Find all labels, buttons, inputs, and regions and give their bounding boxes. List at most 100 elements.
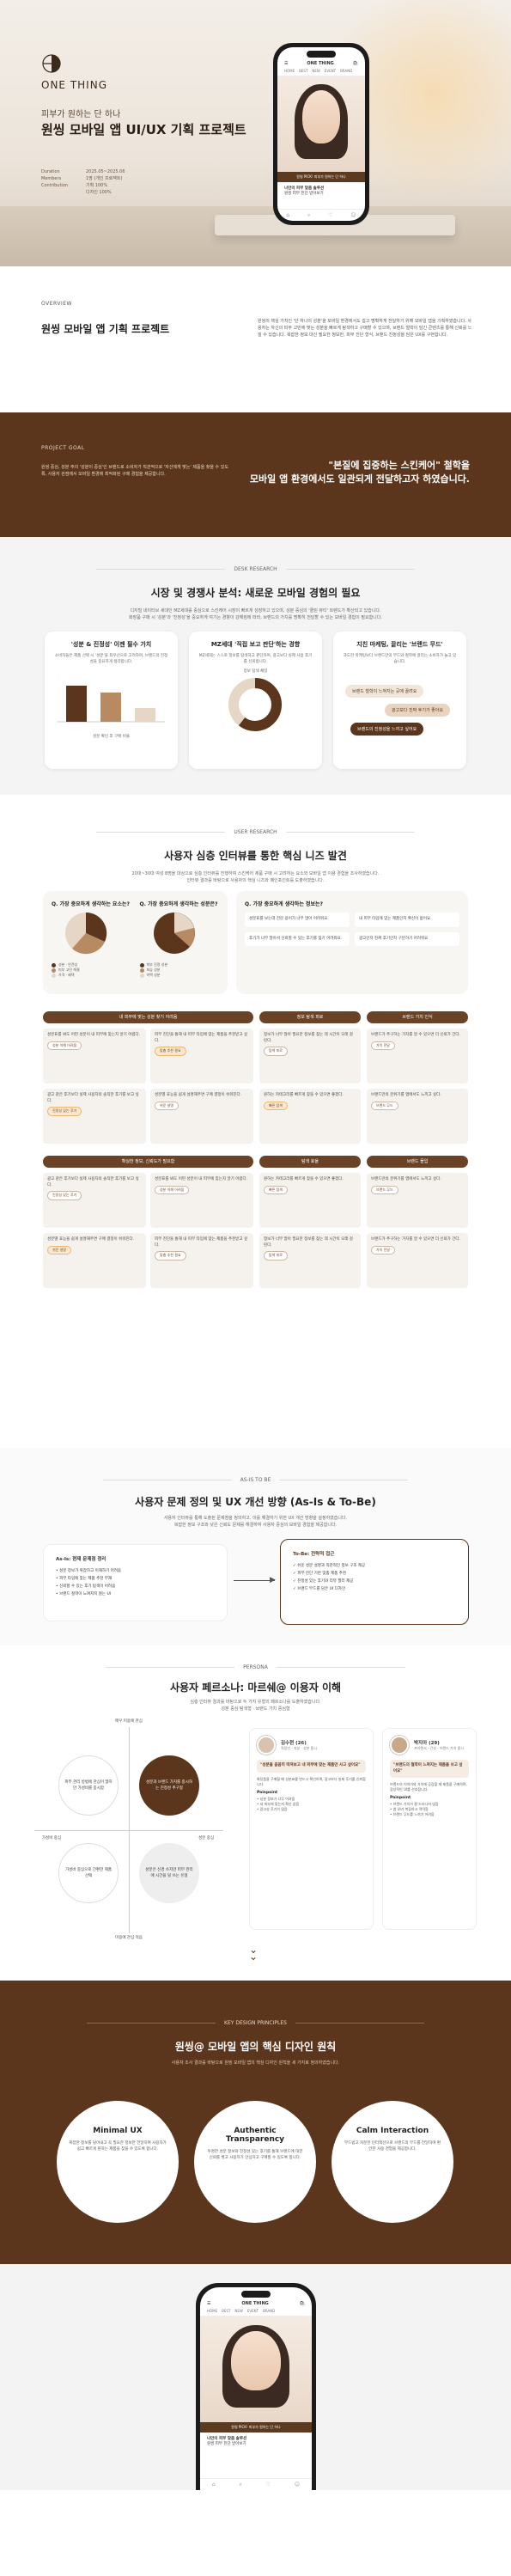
home-icon: ⌂ (211, 2481, 216, 2487)
brand-logo-icon (42, 54, 61, 73)
asis-tobe-section: AS-IS TO BE 사용자 문제 정의 및 UX 개선 방향 (As-Is … (0, 1448, 511, 1645)
persona-label: PERSONA (0, 1664, 511, 1670)
need-cell: 광고 같은 후기보다 실제 사용자의 솔직한 후기를 보고 싶다. 진정성 있는 … (43, 1089, 146, 1144)
arrow-line (234, 1580, 275, 1581)
arrow-right-icon: ▶ (270, 1576, 276, 1584)
need-cell: 광고 같은 후기보다 실제 사용자의 솔직한 후기를 보고 싶다. 진정성 있는 … (43, 1173, 146, 1228)
final-mockup-section: ☰ ONE THING 🛍 HOME BEST NEW EVENT BRAND 원씽 PIC… (0, 2264, 511, 2490)
phone-logo: ONE THING (307, 61, 334, 66)
principle-calm: Calm Interaction 부드럽고 차분한 인터랙션으로 브랜드의 무드를… (332, 2101, 453, 2223)
phone-logo: ONE THING (241, 2301, 269, 2306)
user-title: 사용자 심층 인터뷰를 통한 핵심 니즈 발견 (164, 850, 347, 862)
hero-phone-mockup: ☰ ONE THING 🛍 HOME BEST NEW EVENT BRAND 원씽 PIC… (273, 43, 369, 225)
avatar (257, 1736, 276, 1755)
overview-title: 원씽 모바일 앱 기획 프로젝트 (41, 323, 170, 335)
kdp-label: KEY DESIGN PRINCIPLES (0, 2020, 511, 2026)
quad-1: 피부 관리 방법에 관심이 많지만 가성비를 중시함 (58, 1755, 119, 1816)
phone-hero-image (200, 2317, 312, 2422)
user-icon: ☺ (350, 212, 356, 218)
cart-icon: 🛍 (352, 61, 358, 66)
need-cell: 정보가 너무 많아 필요한 정보를 찾는 데 시간이 오래 걸린다. 탐색 피로 (259, 1233, 361, 1288)
donut-chart (228, 678, 282, 731)
menu-icon: ☰ (207, 2301, 211, 2306)
heart-icon: ♡ (265, 2481, 271, 2487)
need-cell: 브랜드만의 분위기를 앱에서도 느끼고 싶다. 브랜드 무드 (367, 1089, 468, 1144)
phone-bottom-nav: ⌂ ⌕ ♡ ☺ (200, 2478, 312, 2490)
need-header-6: 브랜드 몰입 (367, 1156, 468, 1168)
mood-bubble-2: 광고보다 진짜 후기가 좋아요 (385, 704, 450, 717)
hero-title: 원씽 모바일 앱 UI/UX 기획 프로젝트 (41, 122, 246, 137)
persona-title: 사용자 페르소나: 마르쉐@ 이용자 이해 (169, 1682, 342, 1694)
need-cell: 성분표를 봐도 어떤 성분이 내 피부에 맞는지 알기 어렵다. 성분 이해 어려… (150, 1173, 253, 1228)
desk-title: 시장 및 경쟁사 분석: 새로운 모바일 경험의 필요 (150, 587, 361, 599)
home-icon: ⌂ (286, 212, 290, 218)
kdp-title: 원씽@ 모바일 앱의 핵심 디자인 원칙 (174, 2041, 337, 2053)
quad-4: 성분은 신경 쓰지만 피부 관리에 시간을 덜 쓰는 유형 (139, 1843, 199, 1903)
overview-label: OVERVIEW (41, 301, 72, 307)
need-cell: 브랜드만의 분위기를 앱에서도 느끼고 싶다. 브랜드 무드 (367, 1173, 468, 1228)
persona-section: PERSONA 사용자 페르소나: 마르쉐@ 이용자 이해 심층 인터뷰 결과를… (0, 1645, 511, 1981)
goal-section: PROJECT GOAL 원씽 중심, 성분 주의 '성분이 중심'인 브랜드로… (0, 412, 511, 537)
overview-text: 원씽의 핵심 가치인 '단 하나의 성분'을 모바일 환경에서도 쉽고 명확하게… (258, 319, 472, 338)
need-header-1: 내 피부에 맞는 성분 찾기 어려움 (43, 1011, 253, 1023)
avatar (390, 1736, 409, 1755)
need-cell: 성분별 효능을 쉽게 설명해주면 구매 결정이 쉬워진다. 쉬운 설명 (43, 1233, 146, 1288)
bar-3 (135, 708, 155, 722)
menu-icon: ☰ (284, 61, 289, 66)
brand-name: ONE THING (41, 79, 107, 91)
desk-card-ingredient: '성분 & 진정성' 이젠 필수 가치 소비자들은 제품 선택 시 '성분'을 … (45, 632, 178, 769)
project-meta: Duration 2025.05~2025.06 Members 1명 (개인 프로… (41, 169, 125, 195)
asis-desc: 사용자 인터뷰를 통해 도출된 문제점을 정의하고, 이를 해결하기 위한 UX… (163, 1516, 348, 1528)
need-cell: 성분별 효능을 쉽게 설명해주면 구매 결정이 쉬워진다. 쉬운 설명 (150, 1089, 253, 1144)
interview-quote-3: 후기가 너무 많아서 신뢰할 수 있는 후기를 찾기 어려워요. (245, 931, 350, 946)
hero-section: ONE THING 피부가 원하는 단 하나 원씽 모바일 앱 UI/UX 기획… (0, 0, 511, 266)
user-quote-card: Q. 가장 중요하게 생각하는 정보는? 성분표를 보는데 전문 용어가 너무 … (236, 891, 468, 994)
heart-icon: ♡ (328, 212, 333, 218)
overview-section: OVERVIEW 원씽 모바일 앱 기획 프로젝트 원씽의 핵심 가치인 '단 … (0, 266, 511, 412)
user-icon: ☺ (294, 2481, 301, 2487)
goal-text: 원씽 중심, 성분 주의 '성분이 중심'인 브랜드로 소비자가 직관적으로 '… (41, 465, 228, 477)
desk-desc: 디지털 네이티브 세대인 MZ세대를 중심으로 스킨케어 시장이 빠르게 성장하… (129, 608, 382, 620)
final-phone-mockup: ☰ ONE THING 🛍 HOME BEST NEW EVENT BRAND 원씽 PIC… (196, 2283, 316, 2490)
principle-minimal: Minimal UX 복잡한 정보를 덜어내고 꼭 필요한 정보만 전달하여 사용… (57, 2101, 179, 2223)
phone-banner: 원씽 PICK! 피부가 원하는 단 하나 (277, 172, 365, 183)
desk-label: DESK RESEARCH (0, 566, 511, 572)
persona-card-1: 김수현 (26) 직장인 · 지성 · 성분 중시 "성분을 꼼꼼히 따져보고 내… (249, 1728, 374, 1930)
principle-authentic: Authentic Transparency 투명한 성분 정보와 진정성 있는 … (194, 2101, 316, 2223)
goal-quote: "본질에 집중하는 스킨케어" 철학을 모바일 앱 환경에서도 일관되게 전달하고… (249, 460, 470, 485)
pie-chart-2 (153, 913, 195, 954)
tobe-box: To-Be: 전략적 접근 ✓ 쉬운 성분 설명과 직관적인 정보 구조 제공 … (280, 1539, 469, 1625)
asis-title: 사용자 문제 정의 및 UX 개선 방향 (As-Is & To-Be) (135, 1496, 376, 1508)
user-pie-card: Q. 가장 중요하게 생각하는 요소는? 성분 · 안전성 피부 고민 해결 가격 … (43, 891, 228, 994)
need-header-5: 탐색 효율 (259, 1156, 361, 1168)
need-cell: 피부 진단을 통해 내 피부 타입에 맞는 제품을 추천받고 싶다. 맞춤 추천 … (150, 1233, 253, 1288)
bar-2 (100, 693, 121, 722)
need-cell: 브랜드가 추구하는 가치를 알 수 있으면 더 신뢰가 간다. 가치 전달 (367, 1029, 468, 1084)
phone-banner: 원씽 PICK! 피부가 원하는 단 하나 (200, 2421, 312, 2433)
need-cell: 성분표를 봐도 어떤 성분이 내 피부에 맞는지 알기 어렵다. 성분 이해 어려… (43, 1029, 146, 1084)
mood-bubble-3: 브랜드의 진정성을 느끼고 싶어요 (350, 723, 424, 736)
search-icon: ⌕ (239, 2481, 242, 2487)
need-header-3: 브랜드 가치 인식 (367, 1011, 468, 1023)
user-research-section: USER RESEARCH 사용자 심층 인터뷰를 통한 핵심 니즈 발견 20… (0, 795, 511, 1448)
search-icon: ⌕ (307, 211, 311, 218)
need-cell: 피부 진단을 통해 내 피부 타입에 맞는 제품을 추천받고 싶다. 맞춤 추천 … (150, 1029, 253, 1084)
phone-tabs: HOME BEST NEW EVENT BRAND (277, 69, 365, 76)
interview-quote-1: 성분표를 보는데 전문 용어가 너무 많아 어려워요. (245, 913, 350, 927)
interview-quote-2: 내 피부 타입에 맞는 제품인지 확신이 없어요. (355, 913, 459, 927)
user-label: USER RESEARCH (0, 829, 511, 835)
interview-quote-4: 광고인지 진짜 후기인지 구분하기 어려워요. (355, 931, 459, 946)
phone-tabs: HOME BEST NEW EVENT BRAND (200, 2309, 312, 2317)
persona-card-2: 박지아 (29) 프리랜서 · 건성 · 브랜드 가치 중시 "브랜드의 철학이 … (382, 1728, 477, 1930)
phone-bottom-nav: ⌂ ⌕ ♡ ☺ (277, 209, 365, 221)
asis-label: AS-IS TO BE (0, 1477, 511, 1483)
hero-subtitle: 피부가 원하는 단 하나 (41, 110, 121, 119)
chevron-down-icon: ⌄ ⌄ (249, 1944, 259, 1963)
need-cell: 정보가 너무 많아 필요한 정보를 찾는 데 시간이 오래 걸린다. 탐색 피로 (259, 1029, 361, 1084)
quad-3: 가성비 중심으로 간편한 제품 선택 (58, 1843, 119, 1903)
user-desc: 20대~30대 여성 8명을 대상으로 심층 인터뷰를 진행하여 스킨케어 제품… (131, 871, 380, 883)
desk-research-section: DESK RESEARCH 시장 및 경쟁사 분석: 새로운 모바일 경험의 필… (0, 537, 511, 795)
need-cell: 원하는 카테고리를 빠르게 찾을 수 있으면 좋겠다. 빠른 탐색 (259, 1089, 361, 1144)
quad-2: 성분과 브랜드 가치를 중시하는 진정성 추구형 (139, 1755, 199, 1816)
persona-desc: 심층 인터뷰 결과를 바탕으로 두 가지 유형의 페르소나를 도출하였습니다. 성… (190, 1700, 321, 1712)
